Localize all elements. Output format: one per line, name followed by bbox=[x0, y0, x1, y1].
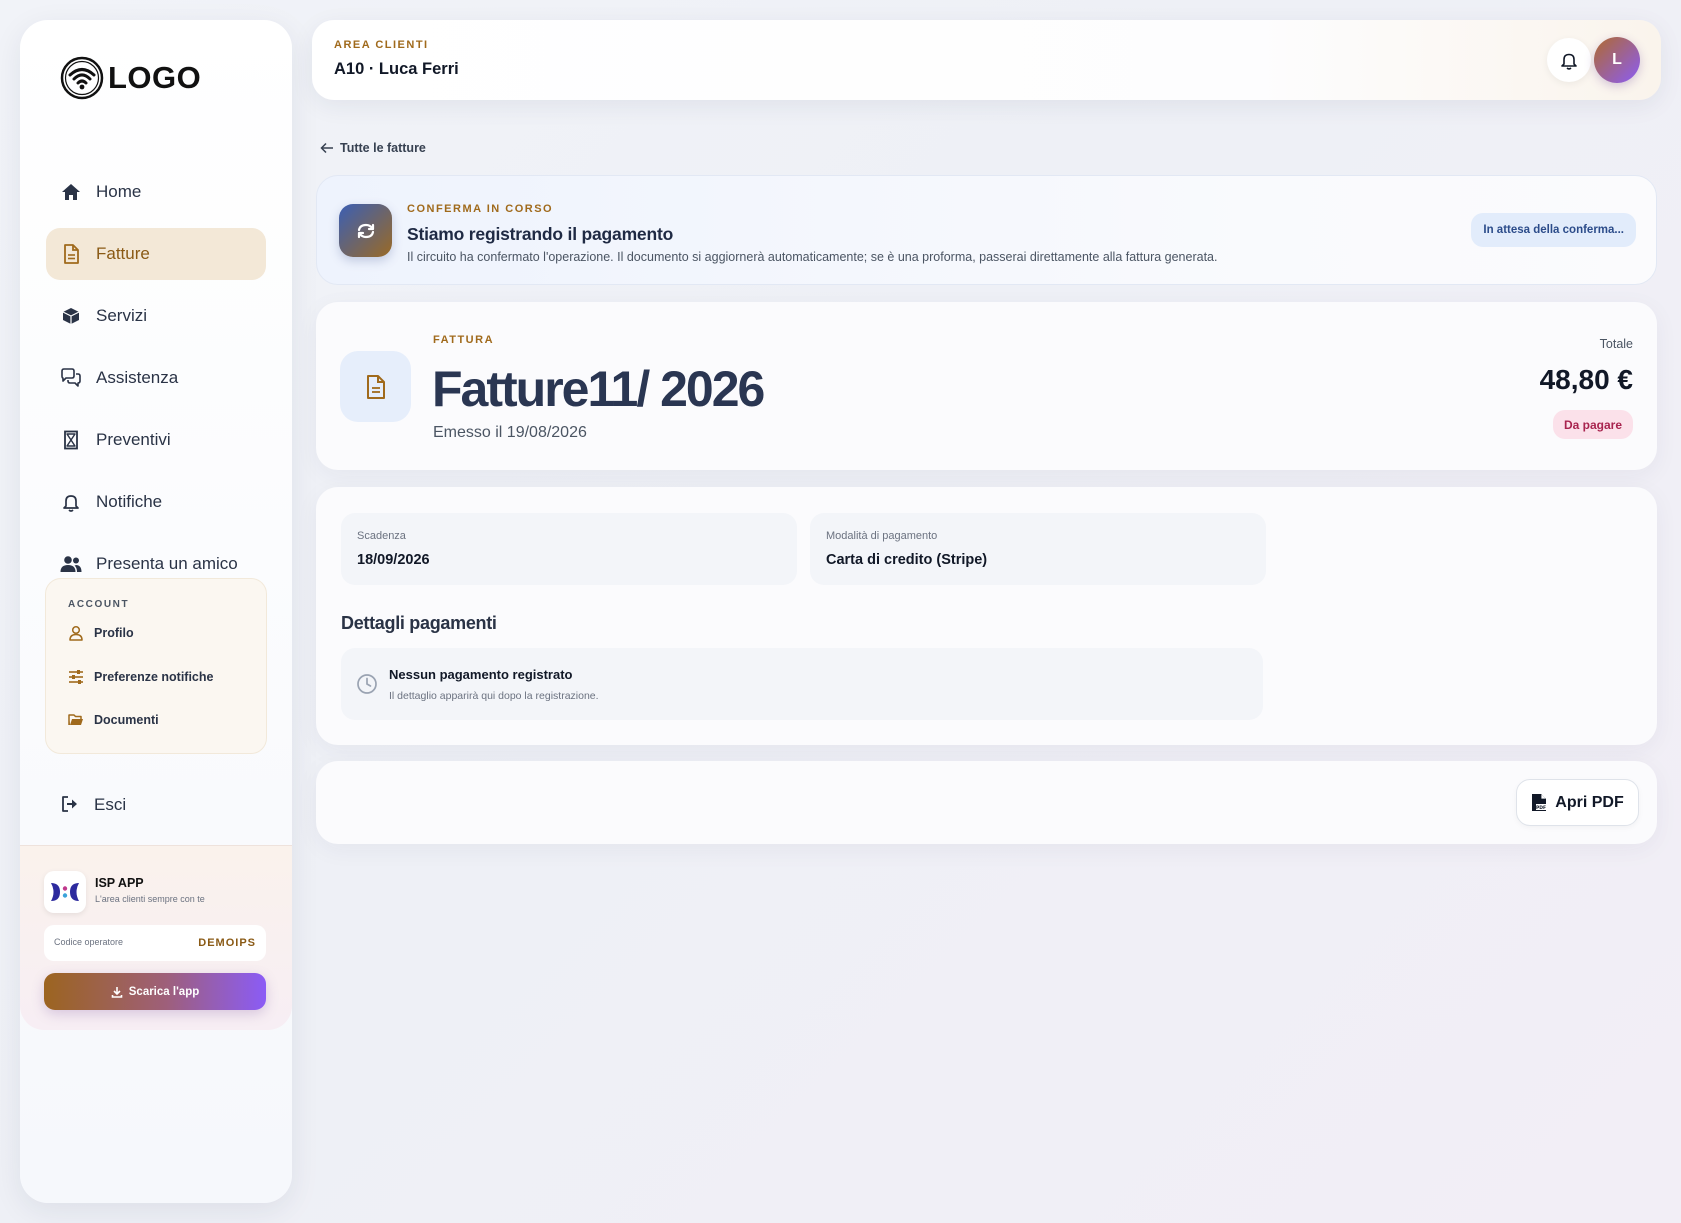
nav-label: Assistenza bbox=[96, 368, 179, 387]
bell-icon bbox=[1561, 53, 1577, 70]
arrow-left-icon bbox=[320, 142, 333, 154]
due-date-field: Scadenza 18/09/2026 bbox=[341, 513, 797, 585]
confirm-description: Il circuito ha confermato l'operazione. … bbox=[407, 250, 1218, 264]
nav-item-notifiche[interactable]: Notifiche bbox=[46, 476, 266, 528]
header-title: A10 · Luca Ferri bbox=[334, 60, 459, 78]
user-icon bbox=[68, 625, 84, 641]
clock-icon bbox=[357, 674, 377, 694]
payment-method-value: Carta di credito (Stripe) bbox=[826, 552, 988, 568]
invoice-actions-card: PDF Apri PDF bbox=[316, 761, 1657, 844]
folder-icon bbox=[68, 712, 84, 728]
back-link[interactable]: Tutte le fatture bbox=[320, 141, 426, 155]
logout-label: Esci bbox=[94, 795, 127, 814]
invoice-total-amount: 48,80 € bbox=[1539, 364, 1633, 395]
back-link-label: Tutte le fatture bbox=[340, 141, 426, 155]
status-badge: Da pagare bbox=[1552, 410, 1633, 439]
nav-item-assistenza[interactable]: Assistenza bbox=[46, 352, 266, 404]
account-item-documenti[interactable]: Documenti bbox=[68, 712, 159, 728]
payment-confirm-banner: CONFERMA IN CORSO Stiamo registrando il … bbox=[316, 175, 1657, 285]
download-icon bbox=[111, 986, 123, 998]
sidebar: LOGO Home Fatture Servizi Assistenza Pre… bbox=[20, 20, 292, 1203]
confirm-status-badge: In attesa della conferma... bbox=[1471, 213, 1636, 247]
due-date-value: 18/09/2026 bbox=[357, 552, 430, 568]
payment-method-label: Modalità di pagamento bbox=[826, 530, 938, 542]
chat-icon bbox=[60, 367, 82, 389]
account-item-preferenze[interactable]: Preferenze notifiche bbox=[68, 669, 213, 685]
isp-app-logo-icon bbox=[51, 883, 79, 901]
logo-text: LOGO bbox=[108, 60, 202, 95]
payments-empty-state: Nessun pagamento registrato Il dettaglio… bbox=[341, 648, 1263, 720]
operator-code-label: Codice operatore bbox=[54, 937, 124, 947]
account-item-label: Preferenze notifiche bbox=[94, 670, 214, 684]
invoice-document-icon bbox=[340, 351, 411, 422]
nav-label: Notifiche bbox=[96, 492, 163, 511]
nav-label: Servizi bbox=[96, 306, 148, 325]
app-name: ISP APP bbox=[95, 876, 144, 890]
invoice-kicker: FATTURA bbox=[433, 334, 495, 346]
svg-text:PDF: PDF bbox=[1536, 805, 1546, 811]
sliders-icon bbox=[68, 669, 84, 685]
users-icon bbox=[60, 553, 82, 575]
account-item-label: Documenti bbox=[94, 713, 159, 727]
notifications-button[interactable] bbox=[1547, 38, 1591, 82]
logout-button[interactable]: Esci bbox=[60, 794, 126, 816]
account-item-label: Profilo bbox=[94, 626, 134, 640]
open-pdf-button[interactable]: PDF Apri PDF bbox=[1516, 779, 1639, 826]
top-header: AREA CLIENTI A10 · Luca Ferri L bbox=[312, 20, 1661, 100]
app-subtitle: L'area clienti sempre con te bbox=[95, 894, 205, 904]
empty-state-subtitle: Il dettaglio apparirà qui dopo la regist… bbox=[389, 690, 599, 702]
payments-section-title: Dettagli pagamenti bbox=[341, 613, 497, 633]
operator-code-field[interactable]: Codice operatore DEMOIPS bbox=[44, 925, 266, 961]
account-item-profilo[interactable]: Profilo bbox=[68, 625, 134, 641]
nav-label: Preventivi bbox=[96, 430, 171, 449]
invoice-issued-date: Emesso il 19/08/2026 bbox=[433, 424, 587, 441]
account-title: ACCOUNT bbox=[68, 599, 130, 610]
nav-label: Home bbox=[96, 182, 142, 201]
nav-item-servizi[interactable]: Servizi bbox=[46, 290, 266, 342]
invoice-details-card: Scadenza 18/09/2026 Modalità di pagament… bbox=[316, 487, 1657, 745]
nav-label: Presenta un amico bbox=[96, 554, 238, 573]
hourglass-icon bbox=[60, 429, 82, 451]
due-date-label: Scadenza bbox=[357, 530, 406, 542]
download-app-button[interactable]: Scarica l'app bbox=[44, 973, 266, 1010]
sync-icon bbox=[339, 204, 392, 257]
nav-label: Fatture bbox=[96, 244, 150, 263]
header-kicker: AREA CLIENTI bbox=[334, 39, 429, 51]
operator-code-value: DEMOIPS bbox=[198, 937, 256, 949]
wifi-logo-icon bbox=[60, 56, 104, 100]
nav-item-home[interactable]: Home bbox=[46, 166, 266, 218]
confirm-title: Stiamo registrando il pagamento bbox=[407, 224, 674, 244]
avatar[interactable]: L bbox=[1594, 37, 1640, 83]
nav-item-preventivi[interactable]: Preventivi bbox=[46, 414, 266, 466]
home-icon bbox=[60, 181, 82, 203]
logo[interactable]: LOGO bbox=[60, 56, 201, 100]
app-icon bbox=[44, 871, 86, 913]
pdf-file-icon: PDF bbox=[1532, 794, 1546, 811]
confirm-kicker: CONFERMA IN CORSO bbox=[407, 203, 554, 215]
main-nav: Home Fatture Servizi Assistenza Preventi… bbox=[46, 166, 266, 600]
account-section: ACCOUNT Profilo Preferenze notifiche Doc… bbox=[45, 578, 267, 754]
document-icon bbox=[60, 243, 82, 265]
bell-icon bbox=[60, 491, 82, 513]
invoice-number: Fatture11/ 2026 bbox=[432, 361, 765, 417]
box-icon bbox=[60, 305, 82, 327]
empty-state-title: Nessun pagamento registrato bbox=[389, 667, 573, 682]
nav-item-fatture[interactable]: Fatture bbox=[46, 228, 266, 280]
invoice-total-label: Totale bbox=[1599, 337, 1633, 351]
download-app-label: Scarica l'app bbox=[128, 985, 200, 998]
payment-method-field: Modalità di pagamento Carta di credito (… bbox=[810, 513, 1266, 585]
app-promo: ISP APP L'area clienti sempre con te Cod… bbox=[20, 845, 292, 1030]
open-pdf-label: Apri PDF bbox=[1555, 793, 1624, 811]
logout-icon bbox=[60, 794, 82, 816]
invoice-summary-card: FATTURA Fatture11/ 2026 Emesso il 19/08/… bbox=[316, 302, 1657, 470]
